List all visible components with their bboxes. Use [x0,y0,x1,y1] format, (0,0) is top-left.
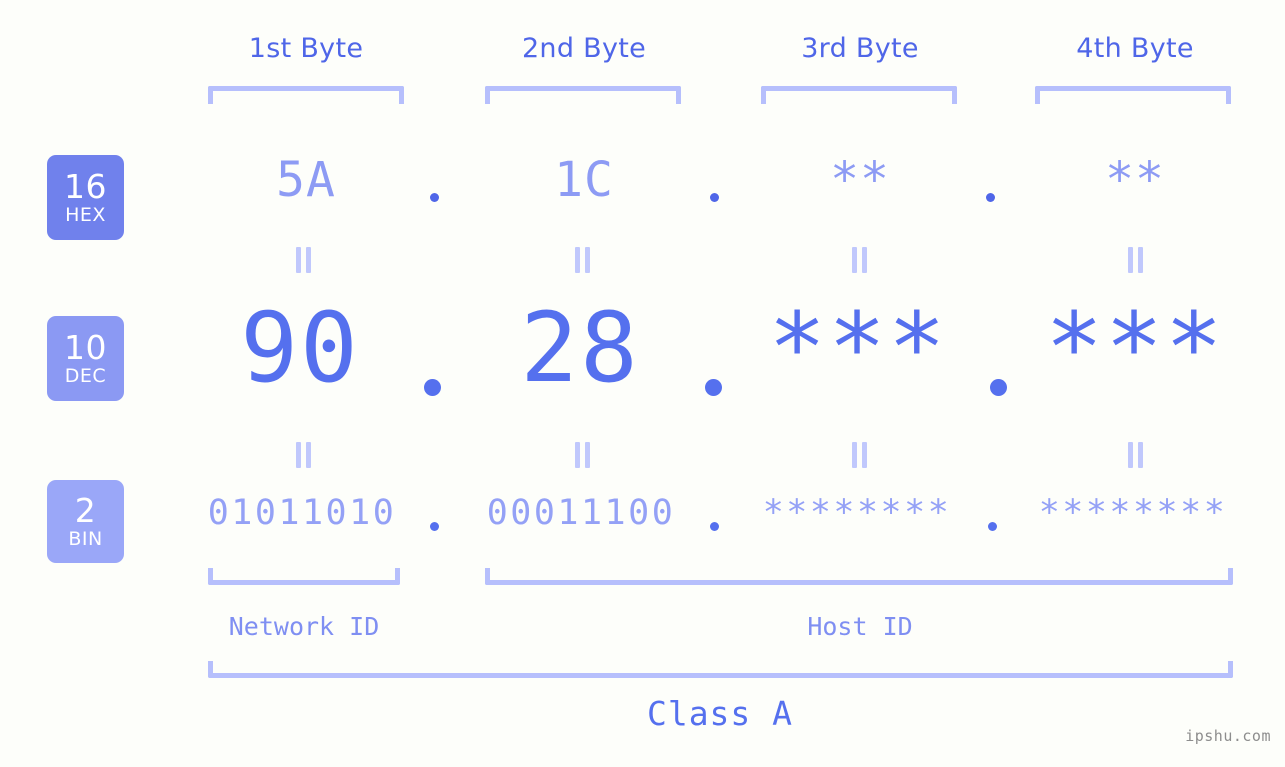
equals-connector-hex-dec-4 [1126,247,1146,273]
byte-header-2: 2nd Byte [521,33,647,64]
bin-byte-2: 00011100 [486,493,676,533]
bin-separator-3 [988,522,997,531]
dec-separator-3 [990,379,1007,396]
network-id-label: Network ID [228,612,380,641]
byte-bracket-top-3 [761,86,957,104]
base-badge-dec-label: DEC [64,365,107,387]
base-badge-hex-number: 16 [64,167,107,206]
hex-separator-1 [430,193,439,202]
dec-byte-4: *** [1045,292,1225,404]
hex-byte-1: 5A [276,152,336,208]
class-bracket [208,661,1233,678]
base-badge-dec: 10 DEC [47,316,124,401]
bin-byte-4: ******** [1038,493,1228,533]
dec-separator-1 [424,379,441,396]
base-badge-hex: 16 HEX [47,155,124,240]
site-watermark: ipshu.com [1185,727,1271,745]
bin-byte-1: 01011010 [207,493,397,533]
ip-address-breakdown-diagram: 1st Byte 2nd Byte 3rd Byte 4th Byte 16 H… [0,0,1285,767]
equals-connector-hex-dec-2 [573,247,593,273]
hex-byte-2: 1C [554,152,614,208]
bin-separator-2 [710,522,719,531]
class-label: Class A [646,694,794,733]
byte-bracket-top-4 [1035,86,1231,104]
equals-connector-dec-bin-4 [1126,442,1146,468]
byte-bracket-top-1 [208,86,404,104]
base-badge-dec-number: 10 [64,328,107,367]
dec-separator-2 [705,379,722,396]
dec-byte-2: 28 [520,292,640,404]
base-badge-bin: 2 BIN [47,480,124,563]
base-badge-bin-number: 2 [74,491,97,530]
hex-separator-3 [986,193,995,202]
hex-byte-3: ** [830,152,890,208]
bin-separator-1 [430,522,439,531]
host-id-label: Host ID [807,612,913,641]
byte-header-1: 1st Byte [248,33,364,64]
equals-connector-hex-dec-3 [850,247,870,273]
base-badge-hex-label: HEX [65,204,106,226]
byte-header-4: 4th Byte [1076,33,1194,64]
bin-byte-3: ******** [762,493,952,533]
hex-separator-2 [710,193,719,202]
equals-connector-dec-bin-3 [850,442,870,468]
host-id-bracket [485,568,1233,585]
byte-header-3: 3rd Byte [801,33,919,64]
equals-connector-hex-dec-1 [294,247,314,273]
base-badge-bin-label: BIN [68,528,103,550]
hex-byte-4: ** [1105,152,1165,208]
network-id-bracket [208,568,400,585]
equals-connector-dec-bin-1 [294,442,314,468]
dec-byte-3: *** [768,292,948,404]
equals-connector-dec-bin-2 [573,442,593,468]
dec-byte-1: 90 [240,292,360,404]
byte-bracket-top-2 [485,86,681,104]
